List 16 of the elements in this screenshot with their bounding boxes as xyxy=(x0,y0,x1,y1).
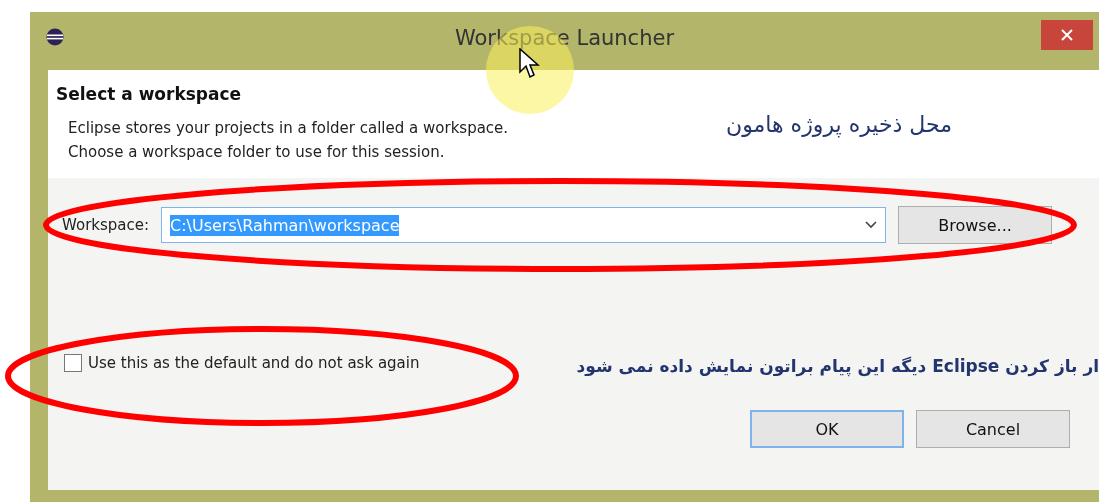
checkbox[interactable] xyxy=(64,354,82,372)
app-icon xyxy=(46,28,64,46)
checkbox-label: Use this as the default and do not ask again xyxy=(88,354,420,372)
close-button[interactable] xyxy=(1041,20,1093,50)
chevron-down-icon[interactable] xyxy=(865,221,878,229)
dialog-heading: Select a workspace xyxy=(56,84,242,104)
cancel-button[interactable]: Cancel xyxy=(916,410,1070,448)
close-icon xyxy=(1061,29,1073,41)
description-text: Choose a workspace folder to use for this session. xyxy=(68,142,445,163)
window-title: Workspace Launcher xyxy=(454,26,675,50)
browse-button[interactable]: Browse... xyxy=(898,206,1053,244)
annotation-text: محل ذخیره پروژه هامون xyxy=(726,112,952,137)
ok-button[interactable]: OK xyxy=(750,410,904,448)
workspace-label: Workspace: xyxy=(62,216,150,234)
description-text: Eclipse stores your projects in a folder called a workspace. xyxy=(68,118,509,139)
annotation-text: ار باز کردن Eclipse دیگه این پیام براتون نمایش داده نمی شود xyxy=(576,356,1099,376)
